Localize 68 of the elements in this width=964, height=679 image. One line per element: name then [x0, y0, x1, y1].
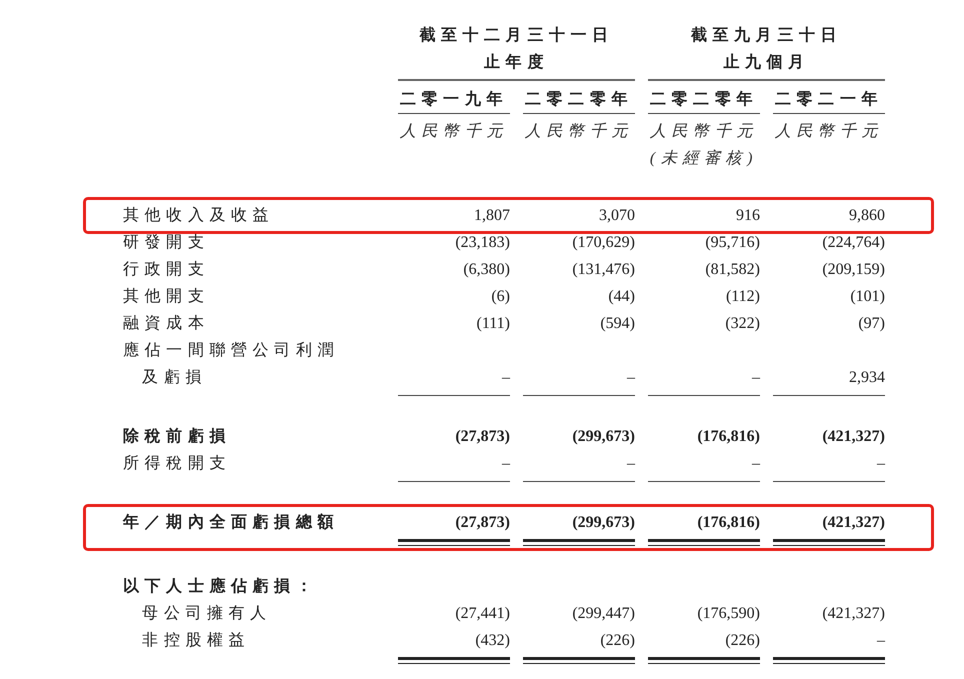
table-cell-text: –: [876, 454, 885, 474]
table-cell-text: –: [750, 454, 760, 474]
table-cell-text: –: [500, 368, 510, 388]
table-cell-text: (226): [599, 631, 635, 651]
row-label: 其他開支: [123, 286, 210, 307]
year-header: 二零二零年: [523, 87, 635, 114]
table-cell-text: (112): [724, 287, 760, 307]
row-label: 非控股權益: [141, 630, 252, 651]
unit-label: 人民幣千元: [774, 122, 884, 142]
table-cell-text: (111): [476, 314, 510, 334]
table-cell-text: (421,327): [821, 427, 885, 447]
table-cell-text: –: [500, 454, 510, 474]
table-cell-text: (6): [490, 287, 510, 307]
table-cell-text: (23,183): [454, 233, 510, 253]
table-cell-text: 3,070: [598, 206, 635, 226]
table-cell-text: (224,764): [821, 233, 885, 253]
row-label: 應佔一間聯營公司利潤: [123, 340, 340, 361]
table-cell-text: 1,807: [473, 206, 510, 226]
unit-label: 人民幣千元: [649, 122, 759, 142]
table-cell-text: –: [626, 454, 635, 474]
note-text: (未經審核): [648, 148, 760, 169]
table-cell-text: (27,873): [454, 427, 510, 447]
row-label: 及虧損: [141, 368, 208, 388]
unit-label: 人民幣千元: [399, 122, 509, 142]
table-cell-text: (6,380): [462, 260, 510, 280]
row-label: 研發開支: [123, 232, 210, 253]
table-cell-text: (176,816): [696, 513, 760, 533]
year-header: 二零二零年: [648, 87, 760, 114]
row-label: 行政開支: [123, 260, 210, 280]
year-header: 二零二一年: [773, 87, 885, 114]
table-cell-text: (322): [724, 314, 760, 334]
table-cell-text: (421,327): [821, 513, 885, 533]
table-cell-text: 916: [735, 206, 760, 226]
row-label: 以下人士應佔虧損：: [123, 576, 318, 597]
row-label: 融資成本: [123, 314, 210, 334]
table-cell-text: (131,476): [571, 260, 635, 280]
row-label: 所得稅開支: [123, 454, 232, 474]
row-label: 除稅前虧損: [123, 426, 232, 447]
year-header: 二零一九年: [398, 87, 510, 114]
table-cell-text: –: [626, 368, 635, 388]
table-cell-text: (27,873): [454, 513, 510, 533]
table-cell-text: (226): [724, 631, 760, 651]
table-cell-text: 9,860: [848, 206, 885, 226]
table-cell-text: (432): [474, 631, 510, 651]
unit-label: 人民幣千元: [524, 122, 634, 142]
table-cell-text: (299,673): [571, 513, 635, 533]
table-cell-text: (209,159): [821, 260, 885, 280]
row-label: 母公司擁有人: [141, 604, 273, 624]
table-cell-text: (176,590): [696, 604, 760, 624]
table-cell-text: (81,582): [704, 260, 760, 280]
table-cell-text: (176,816): [696, 427, 760, 447]
table-cell-text: –: [876, 631, 885, 651]
table-cell-text: (421,327): [821, 604, 885, 624]
table-cell-text: (44): [607, 287, 635, 307]
table-cell-text: (97): [857, 314, 885, 334]
row-label: 年／期內全面虧損總額: [123, 512, 340, 533]
table-cell-text: (299,673): [571, 427, 635, 447]
table-cell-text: (170,629): [571, 233, 635, 253]
row-label: 其他收入及收益: [123, 206, 276, 226]
column-group-header: 截至九月三十日 止九個月: [648, 22, 885, 81]
table-cell-text: (101): [849, 287, 885, 307]
table-cell-text: –: [750, 368, 760, 388]
table-cell-text: (594): [599, 314, 635, 334]
table-cell-text: 2,934: [848, 368, 885, 388]
table-cell-text: (299,447): [571, 604, 635, 624]
column-group-header: 截至十二月三十一日 止年度: [398, 22, 635, 81]
table-cell-text: (27,441): [454, 604, 510, 624]
table-cell-text: (95,716): [704, 233, 760, 253]
